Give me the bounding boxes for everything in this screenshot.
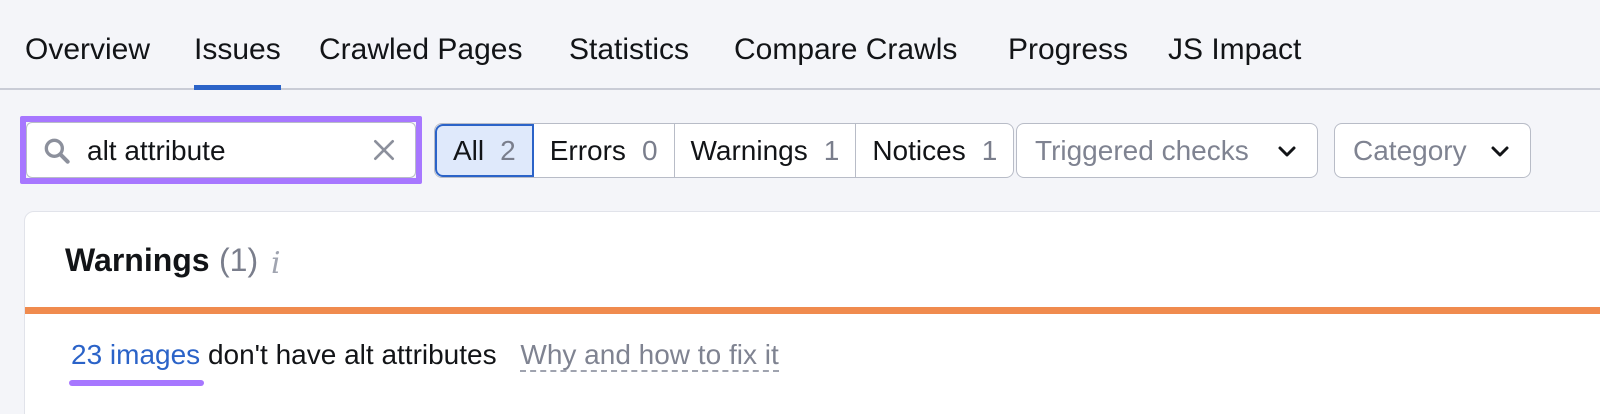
warnings-panel: Warnings (1) i 23 images don't have alt … (24, 211, 1600, 414)
tab-js-impact[interactable]: JS Impact (1168, 30, 1301, 88)
filter-all-label: All (453, 134, 485, 166)
chevron-down-icon (1278, 146, 1296, 156)
close-icon[interactable] (371, 137, 397, 163)
severity-filter: All 2 Errors 0 Warnings 1 Notices 1 (434, 123, 1015, 178)
tab-progress[interactable]: Progress (1008, 30, 1128, 88)
filter-errors-label: Errors (549, 134, 626, 166)
category-dropdown[interactable]: Category (1334, 123, 1531, 178)
tab-crawled-pages[interactable]: Crawled Pages (319, 30, 522, 88)
filter-errors-count: 0 (641, 134, 658, 166)
tab-overview[interactable]: Overview (25, 30, 150, 88)
category-label: Category (1353, 134, 1467, 166)
filter-warnings-count: 1 (823, 134, 840, 166)
filter-all[interactable]: All 2 (435, 124, 534, 177)
issue-description: don't have alt attributes (207, 339, 497, 370)
filter-notices-label: Notices (872, 134, 966, 166)
panel-title: Warnings (65, 242, 210, 278)
report-tabs: Overview Issues Crawled Pages Statistics… (0, 0, 1600, 90)
search-highlight (20, 116, 422, 184)
tab-statistics[interactable]: Statistics (569, 30, 689, 88)
filter-warnings-label: Warnings (690, 134, 808, 166)
filter-errors[interactable]: Errors 0 (534, 124, 675, 177)
triggered-checks-label: Triggered checks (1035, 134, 1249, 166)
filter-notices-count: 1 (981, 134, 998, 166)
search-input[interactable] (87, 131, 347, 171)
warnings-count: (1) (219, 242, 259, 278)
filter-warnings[interactable]: Warnings 1 (675, 124, 857, 177)
chevron-down-icon (1491, 146, 1509, 156)
triggered-checks-dropdown[interactable]: Triggered checks (1016, 123, 1318, 178)
tab-issues[interactable]: Issues (194, 30, 281, 90)
search-icon (44, 138, 70, 164)
filter-all-count: 2 (500, 134, 516, 166)
search-box (26, 122, 416, 178)
why-how-fix-link[interactable]: Why and how to fix it (520, 339, 779, 372)
issue-count-link[interactable]: 23 images (71, 339, 200, 370)
tab-compare-crawls[interactable]: Compare Crawls (734, 30, 957, 88)
info-icon[interactable]: i (271, 246, 281, 281)
filter-notices[interactable]: Notices 1 (856, 124, 1013, 177)
warning-severity-bar (25, 307, 1600, 314)
issue-row: 23 images don't have alt attributes Why … (71, 339, 779, 372)
